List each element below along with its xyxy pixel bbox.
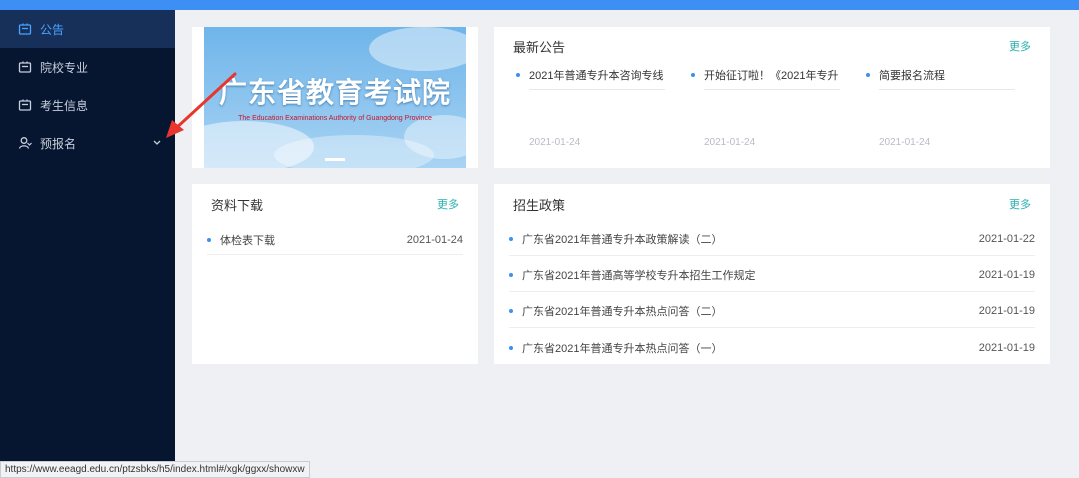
sidebar-item-pre-registration[interactable]: 预报名	[0, 124, 175, 162]
sidebar-item-label: 院校专业	[40, 60, 89, 75]
latest-item[interactable]: 简要报名流程 2021-01-24	[866, 67, 1015, 148]
profile-icon	[18, 98, 32, 112]
latest-item-date: 2021-01-24	[529, 137, 581, 148]
bullet-icon	[509, 273, 513, 277]
latest-more-link[interactable]: 更多	[1009, 38, 1031, 54]
latest-item-date: 2021-01-24	[704, 137, 756, 148]
top-bar	[0, 0, 1079, 10]
latest-item-text[interactable]: 开始征订啦！《2021年专升本	[704, 67, 839, 83]
school-icon	[18, 60, 32, 74]
bullet-icon	[691, 73, 695, 77]
list-item-date: 2021-01-19	[978, 269, 1035, 281]
sidebar: 公告 院校专业 考生信息 预报名	[0, 10, 175, 478]
list-item-date: 2021-01-24	[406, 233, 463, 246]
list-item[interactable]: 广东省2021年普通专升本热点问答（二） 2021-01-19	[509, 295, 1035, 328]
latest-notice-title: 最新公告	[513, 40, 566, 55]
list-item[interactable]: 体检表下载 2021-01-24	[207, 225, 463, 255]
annotation-arrow-icon	[166, 72, 237, 138]
sidebar-item-school-major[interactable]: 院校专业	[0, 48, 175, 86]
bullet-icon	[509, 237, 513, 241]
sidebar-item-notice[interactable]: 公告	[0, 10, 175, 48]
bullet-icon	[207, 237, 211, 242]
list-item-date: 2021-01-22	[978, 233, 1035, 245]
status-bar-url: https://www.eeagd.edu.cn/ptzsbks/h5/inde…	[0, 461, 310, 478]
banner-title: 广东省教育考试院	[218, 77, 451, 108]
sidebar-item-label: 预报名	[40, 136, 77, 151]
latest-item[interactable]: 开始征订啦！《2021年专升本 2021-01-24	[691, 67, 840, 148]
downloads-title: 资料下载	[211, 198, 264, 213]
bullet-icon	[509, 309, 513, 313]
sidebar-item-label: 公告	[40, 22, 65, 37]
latest-item-date: 2021-01-24	[879, 137, 931, 148]
bullet-icon	[516, 73, 520, 77]
list-item-date: 2021-01-19	[978, 341, 1035, 354]
sidebar-item-label: 考生信息	[40, 98, 89, 113]
list-item[interactable]: 广东省2021年普通专升本热点问答（一） 2021-01-19	[509, 331, 1035, 364]
list-item[interactable]: 广东省2021年普通专升本政策解读（二） 2021-01-22	[509, 223, 1035, 256]
list-item-text[interactable]: 广东省2021年普通专升本政策解读（二）	[522, 231, 971, 247]
bullet-icon	[866, 73, 870, 77]
latest-item[interactable]: 2021年普通专升本咨询专线: 2021-01-24	[516, 67, 665, 148]
banner-image[interactable]: 广东省教育考试院 The Education Examinations Auth…	[204, 27, 466, 168]
chevron-down-icon[interactable]	[153, 140, 161, 146]
list-item[interactable]: 广东省2021年普通高等学校专升本招生工作规定 2021-01-19	[509, 259, 1035, 292]
policy-title: 招生政策	[513, 198, 566, 213]
bullet-icon	[509, 345, 513, 350]
downloads-more-link[interactable]: 更多	[437, 196, 459, 212]
sidebar-item-candidate-info[interactable]: 考生信息	[0, 86, 175, 124]
list-item-text[interactable]: 体检表下载	[220, 232, 399, 248]
policy-more-link[interactable]: 更多	[1009, 196, 1031, 212]
banner-subtitle: The Education Examinations Authority of …	[238, 115, 432, 122]
user-icon	[18, 136, 32, 150]
list-item-date: 2021-01-19	[978, 305, 1035, 317]
list-item-text[interactable]: 广东省2021年普通专升本热点问答（二）	[522, 303, 971, 319]
latest-item-text[interactable]: 2021年普通专升本咨询专线:	[529, 67, 664, 83]
notice-icon	[18, 22, 32, 36]
list-item-text[interactable]: 广东省2021年普通专升本热点问答（一）	[522, 340, 971, 356]
latest-item-text[interactable]: 简要报名流程	[879, 67, 1014, 83]
carousel-indicator[interactable]	[325, 158, 345, 161]
list-item-text[interactable]: 广东省2021年普通高等学校专升本招生工作规定	[522, 267, 971, 283]
